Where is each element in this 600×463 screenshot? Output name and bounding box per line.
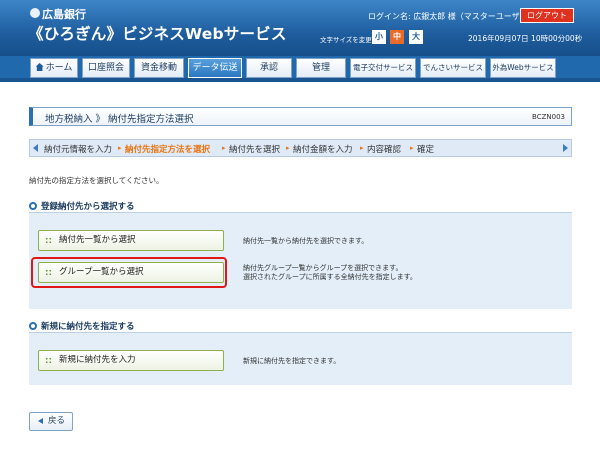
bank-logo-icon bbox=[30, 8, 40, 18]
nav-e-delivery[interactable]: 電子交付サービス bbox=[350, 58, 416, 78]
button-label: 納付先一覧から選択 bbox=[59, 235, 136, 245]
font-size-small-button[interactable]: 小 bbox=[372, 30, 386, 44]
group-description-line1: 納付先グループ一覧からグループを選択できます。 bbox=[243, 264, 403, 272]
home-icon bbox=[35, 63, 44, 71]
bullet-icon bbox=[29, 322, 37, 330]
step-6: 確定 bbox=[417, 145, 435, 155]
section-heading-new: 新規に納付先を指定する bbox=[29, 320, 135, 332]
new-description: 新規に納付先を指定できます。 bbox=[243, 357, 341, 365]
nav-approval[interactable]: 承認 bbox=[246, 58, 292, 78]
back-label: 戻る bbox=[48, 416, 66, 426]
enter-new-payee-button[interactable]: 新規に納付先を入力 bbox=[38, 350, 224, 371]
button-label: 新規に納付先を入力 bbox=[59, 355, 136, 365]
button-dots-icon bbox=[45, 357, 52, 364]
font-size-large-button[interactable]: 大 bbox=[409, 30, 423, 44]
nav-account-inquiry[interactable]: 口座照会 bbox=[82, 58, 130, 78]
nav-management[interactable]: 管理 bbox=[296, 58, 346, 78]
back-arrow-icon bbox=[38, 418, 43, 424]
nav-data-transmission[interactable]: データ伝送 bbox=[188, 58, 242, 78]
instruction-text: 納付先の指定方法を選択してください。 bbox=[29, 176, 164, 185]
page-title: 地方税納入 》 納付先指定方法選択 bbox=[45, 114, 194, 125]
section-heading-registered: 登録納付先から選択する bbox=[29, 200, 135, 212]
section-heading-text: 新規に納付先を指定する bbox=[41, 322, 135, 332]
list-description: 納付先一覧から納付先を選択できます。 bbox=[243, 237, 369, 245]
steps-right-arrow-icon bbox=[563, 144, 568, 152]
logout-button[interactable]: ログアウト bbox=[520, 8, 574, 23]
screen-id: BCZN003 bbox=[532, 113, 565, 121]
step-1: 納付元情報を入力 bbox=[44, 145, 113, 155]
select-from-list-button[interactable]: 納付先一覧から選択 bbox=[38, 230, 224, 251]
group-description-line2: 選択されたグループに所属する全納付先を指定します。 bbox=[243, 273, 417, 281]
nav-densai[interactable]: でんさいサービス bbox=[420, 58, 486, 78]
nav-home[interactable]: ホーム bbox=[30, 58, 78, 78]
step-separator-icon: ▸ bbox=[222, 144, 226, 152]
nav-forex-web[interactable]: 外為Webサービス bbox=[490, 58, 556, 78]
step-separator-icon: ▸ bbox=[286, 144, 290, 152]
page-title-bar: 地方税納入 》 納付先指定方法選択 BCZN003 bbox=[29, 107, 572, 126]
current-datetime: 2016年09月07日 10時00分00秒 bbox=[468, 34, 583, 43]
bullet-icon bbox=[29, 202, 37, 210]
steps-left-arrow-icon bbox=[33, 144, 38, 152]
nav-fund-transfer[interactable]: 資金移動 bbox=[134, 58, 184, 78]
step-separator-icon: ▸ bbox=[118, 144, 122, 152]
step-2-current: 納付先指定方法を選択 bbox=[125, 145, 211, 155]
bank-name: 広島銀行 bbox=[42, 8, 86, 21]
highlight-box bbox=[31, 257, 227, 288]
step-3: 納付先を選択 bbox=[229, 145, 281, 155]
nav-home-label: ホーム bbox=[45, 63, 73, 73]
step-5: 内容確認 bbox=[367, 145, 402, 155]
font-size-medium-button[interactable]: 中 bbox=[390, 30, 404, 44]
nav-underline bbox=[0, 78, 600, 82]
button-dots-icon bbox=[45, 237, 52, 244]
app-header: 広島銀行 《ひろぎん》ビジネスWebサービス ログイン名: 広銀太郎 様（マスタ… bbox=[0, 0, 600, 56]
progress-steps: 納付元情報を入力 ▸ 納付先指定方法を選択 ▸ 納付先を選択 ▸ 納付金額を入力… bbox=[29, 139, 572, 157]
login-info: ログイン名: 広銀太郎 様（マスターユーザ） bbox=[368, 12, 528, 21]
font-size-label: 文字サイズを変更 bbox=[320, 36, 372, 44]
section-heading-text: 登録納付先から選択する bbox=[41, 202, 135, 212]
step-separator-icon: ▸ bbox=[360, 144, 364, 152]
step-4: 納付金額を入力 bbox=[293, 145, 353, 155]
back-button[interactable]: 戻る bbox=[29, 412, 73, 431]
service-name: 《ひろぎん》ビジネスWebサービス bbox=[28, 25, 287, 43]
step-separator-icon: ▸ bbox=[410, 144, 414, 152]
